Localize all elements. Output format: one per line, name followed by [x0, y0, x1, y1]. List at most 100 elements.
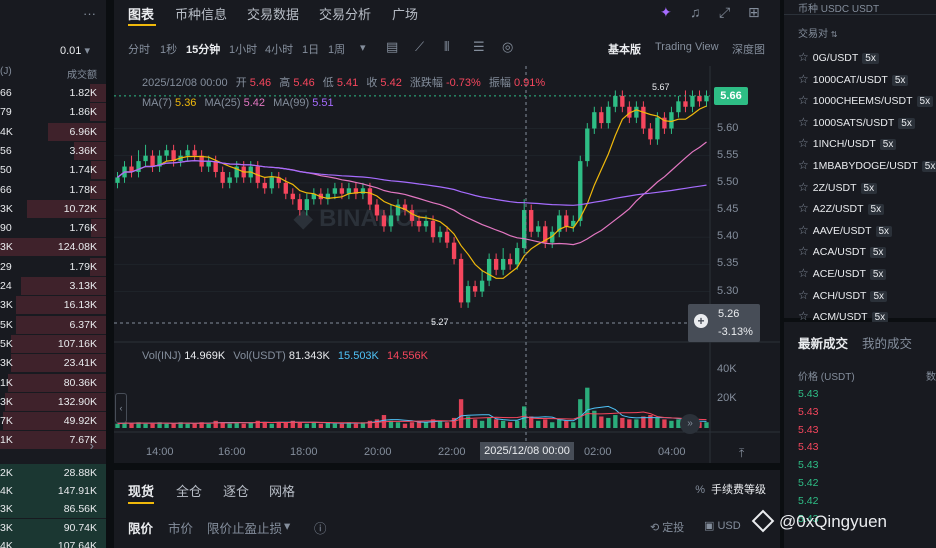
symbol-row[interactable]: ☆ 1000CHEEMS/USDT 5x — [798, 93, 936, 113]
fullscreen-icon[interactable]: ⤢ — [719, 4, 730, 21]
symbol-row[interactable]: ☆ 1000CAT/USDT 5x — [798, 72, 936, 92]
ask-row[interactable]: 5K 107.16K — [0, 334, 106, 353]
symbol-row[interactable]: ☆ 1MBABYDOGE/USDT 5x — [798, 158, 936, 178]
grid-icon[interactable]: ⊞ — [748, 4, 760, 21]
interval-4h[interactable]: 4小时 — [265, 41, 293, 57]
target-icon[interactable]: ◎ — [502, 39, 513, 55]
interval-1s[interactable]: 1秒 — [160, 41, 177, 57]
star-icon[interactable]: ☆ — [798, 136, 809, 150]
order-book-mid[interactable]: › — [0, 436, 106, 456]
star-icon[interactable]: ☆ — [798, 288, 809, 302]
ask-row[interactable]: 3K 124.08K — [0, 238, 106, 257]
symbol-row[interactable]: ☆ AAVE/USDT 5x — [798, 223, 936, 243]
star-icon[interactable]: ☆ — [798, 201, 809, 215]
symbol-list-header[interactable]: 交易对 ⇅ — [798, 25, 837, 40]
star-icon[interactable]: ☆ — [798, 244, 809, 258]
info-icon[interactable]: ⓘ — [314, 518, 327, 537]
bell-icon[interactable]: ♫ — [690, 4, 701, 20]
star-icon[interactable]: ☆ — [798, 180, 809, 194]
star-icon[interactable]: ☆ — [798, 223, 809, 237]
star-icon[interactable]: ☆ — [798, 266, 809, 280]
symbol-row[interactable]: ☆ 1000SATS/USDT 5x — [798, 115, 936, 135]
version-tradingview[interactable]: Trading View — [655, 41, 719, 53]
more-dots-icon[interactable]: ··· — [83, 6, 96, 21]
expand-icon[interactable]: ⤒ — [739, 446, 744, 461]
auto-invest-link[interactable]: ⟲ 定投 — [650, 519, 684, 535]
candle-type-icon[interactable]: ⫴ — [444, 39, 449, 55]
interval-1w[interactable]: 1周 — [328, 41, 345, 57]
bid-row[interactable]: 3K 86.56K — [0, 500, 106, 519]
bid-row[interactable]: 4K 107.64K — [0, 536, 106, 548]
chevron-right-icon[interactable]: › — [90, 438, 94, 453]
crosshair-price-box[interactable]: + 5.26 -3.13% — [688, 304, 760, 342]
symbol-row[interactable]: ☆ ACA/USDT 5x — [798, 244, 936, 264]
symbol-row[interactable]: ☆ ACE/USDT 5x — [798, 266, 936, 286]
currency-select[interactable]: ▣ USD — [704, 519, 741, 532]
ask-row[interactable]: 66 1.78K — [0, 180, 106, 199]
settings-icon[interactable]: ☰ — [473, 39, 485, 55]
tab-isolated[interactable]: 逐仓 — [223, 481, 249, 500]
sparkle-icon[interactable]: ✦ — [660, 4, 672, 21]
tab-trading-analysis[interactable]: 交易分析 — [319, 4, 371, 23]
star-icon[interactable]: ☆ — [798, 115, 809, 129]
bid-row[interactable]: 3K 90.74K — [0, 518, 106, 537]
tab-grid[interactable]: 网格 — [269, 481, 295, 500]
tab-cross[interactable]: 全仓 — [176, 481, 202, 500]
tab-chart[interactable]: 图表 — [128, 4, 154, 23]
tab-square[interactable]: 广场 — [392, 4, 418, 23]
ask-row[interactable]: 4K 6.96K — [0, 122, 106, 141]
tab-latest-trades[interactable]: 最新成交 — [798, 333, 848, 352]
precision-select[interactable]: 0.01 ▾ — [60, 44, 90, 57]
ask-row[interactable]: 66 1.82K — [0, 84, 106, 102]
plus-icon[interactable]: + — [694, 314, 708, 328]
symbol-row[interactable]: ☆ A2Z/USDT 5x — [798, 201, 936, 221]
order-type-market[interactable]: 市价 — [168, 518, 193, 537]
tab-spot[interactable]: 现货 — [128, 481, 154, 500]
bid-row[interactable]: 2K 28.88K — [0, 464, 106, 482]
ask-total: 1.86K — [69, 106, 97, 119]
tab-my-trades[interactable]: 我的成交 — [862, 333, 912, 352]
ask-row[interactable]: 7K 49.92K — [0, 412, 106, 431]
ask-row[interactable]: 3K 16.13K — [0, 296, 106, 315]
ask-row[interactable]: 3K 23.41K — [0, 354, 106, 373]
symbol-row[interactable]: ☆ 1INCH/USDT 5x — [798, 136, 936, 156]
volume-bar — [409, 422, 415, 428]
ask-row[interactable]: 5K 6.37K — [0, 315, 106, 334]
scroll-to-latest-icon[interactable]: » — [680, 414, 700, 434]
chevron-down-icon[interactable]: ▾ — [284, 518, 290, 533]
interval-timeline[interactable]: 分时 — [128, 41, 150, 57]
indicator-icon[interactable]: ▤ — [386, 39, 398, 55]
star-icon[interactable]: ☆ — [798, 50, 809, 64]
fee-level-button[interactable]: % 手续费等级 — [695, 481, 766, 497]
symbol-row[interactable]: ☆ 2Z/USDT 5x — [798, 180, 936, 200]
order-type-limit[interactable]: 限价 — [128, 518, 153, 537]
ask-row[interactable]: 50 1.74K — [0, 161, 106, 180]
interval-1h[interactable]: 1小时 — [229, 41, 257, 57]
ask-row[interactable]: 79 1.86K — [0, 103, 106, 122]
collapse-icon[interactable]: ‹ — [115, 393, 127, 423]
ask-row[interactable]: 3K 132.90K — [0, 392, 106, 411]
ask-row[interactable]: 29 1.79K — [0, 257, 106, 276]
quote-tabs[interactable]: 币种 USDC USDT — [798, 0, 879, 15]
ask-row[interactable]: 24 3.13K — [0, 277, 106, 295]
symbol-row[interactable]: ☆ ACH/USDT 5x — [798, 288, 936, 308]
tab-trading-data[interactable]: 交易数据 — [247, 4, 299, 23]
star-icon[interactable]: ☆ — [798, 93, 809, 107]
interval-more[interactable]: ▾ — [360, 41, 366, 54]
bid-row[interactable]: 4K 147.91K — [0, 482, 106, 501]
version-depth[interactable]: 深度图 — [732, 41, 765, 57]
order-type-stop-limit[interactable]: 限价止盈止损 — [207, 518, 282, 537]
ask-row[interactable]: 1K 80.36K — [0, 373, 106, 392]
ask-row[interactable]: 56 3.36K — [0, 141, 106, 160]
ask-row[interactable]: 90 1.76K — [0, 219, 106, 238]
tab-coin-info[interactable]: 币种信息 — [175, 4, 227, 23]
star-icon[interactable]: ☆ — [798, 72, 809, 86]
interval-1d[interactable]: 1日 — [302, 41, 319, 57]
kline-chart[interactable]: ◆ BINANCE — [114, 66, 780, 463]
star-icon[interactable]: ☆ — [798, 158, 809, 172]
line-chart-icon[interactable]: ⟋ — [415, 39, 424, 55]
version-basic[interactable]: 基本版 — [608, 41, 641, 57]
symbol-row[interactable]: ☆ 0G/USDT 5x — [798, 50, 936, 70]
ask-row[interactable]: 3K 10.72K — [0, 199, 106, 218]
interval-15m[interactable]: 15分钟 — [186, 41, 220, 57]
